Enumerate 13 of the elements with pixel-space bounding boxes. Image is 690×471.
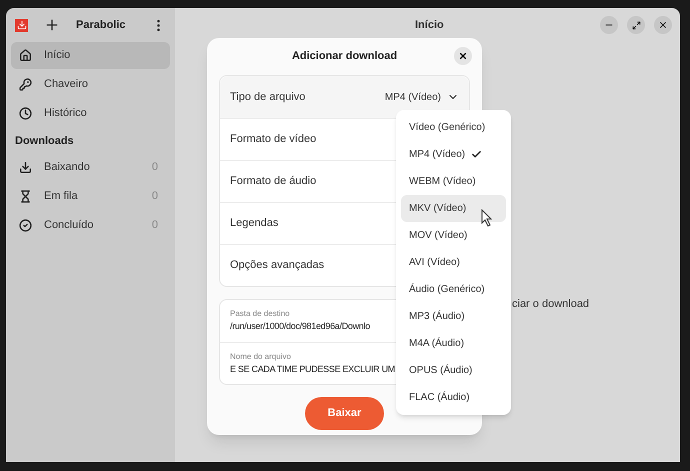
section-title: Downloads [14,134,75,149]
app-title: Parabolic [76,18,127,33]
count-label: 0 [152,188,159,204]
page-title: Início [415,18,444,33]
count-label: 0 [152,218,159,233]
field-label: Pasta de destino [230,308,290,320]
field-label: Nome do arquivo [230,350,291,363]
hint-text: ciar o download [512,297,590,312]
field-value: /run/user/1000/doc/981ed96a/Downlo [230,320,370,334]
field-value: E SE CADA TIME PUDESSE EXCLUIR UM [230,362,395,376]
option-value: MP4 (Vídeo) [384,90,441,104]
count-label: 0 [152,160,159,175]
dialog-title: Adicionar download [292,48,398,64]
